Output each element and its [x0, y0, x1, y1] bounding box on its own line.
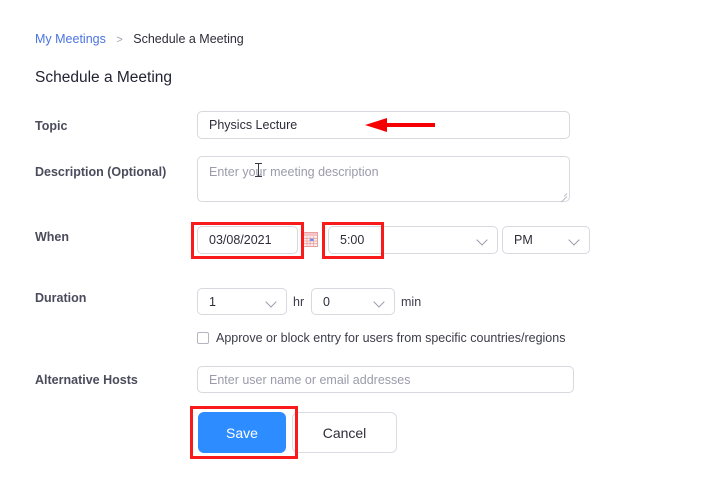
- schedule-meeting-page: My Meetings > Schedule a Meeting Schedul…: [0, 0, 726, 500]
- description-placeholder: Enter your meeting description: [209, 165, 379, 179]
- time-select[interactable]: 5:00: [328, 226, 498, 254]
- country-policy-label: Approve or block entry for users from sp…: [216, 331, 566, 345]
- alternative-hosts-label: Alternative Hosts: [35, 373, 138, 387]
- duration-hours-value: 1: [209, 294, 216, 309]
- resize-handle-icon[interactable]: [558, 190, 568, 203]
- alternative-hosts-input[interactable]: Enter user name or email addresses: [197, 366, 574, 393]
- duration-minutes-unit: min: [401, 295, 422, 309]
- topic-input-value: Physics Lecture: [209, 118, 298, 132]
- ampm-select[interactable]: PM: [502, 226, 590, 254]
- chevron-down-icon: [568, 234, 580, 246]
- duration-minutes-value: 0: [323, 294, 330, 309]
- chevron-down-icon: [265, 295, 277, 308]
- description-label: Description (Optional): [35, 165, 167, 179]
- topic-label: Topic: [35, 119, 68, 133]
- country-policy-checkbox-row[interactable]: Approve or block entry for users from sp…: [197, 330, 565, 346]
- topic-input[interactable]: Physics Lecture: [197, 111, 570, 139]
- breadcrumb-current: Schedule a Meeting: [133, 32, 244, 46]
- chevron-down-icon: [476, 234, 488, 246]
- date-input-value: 03/08/2021: [209, 233, 272, 247]
- page-title: Schedule a Meeting: [35, 69, 173, 86]
- date-input[interactable]: 03/08/2021: [197, 226, 298, 254]
- calendar-icon[interactable]: [303, 232, 318, 247]
- when-label: When: [35, 230, 70, 244]
- cancel-button[interactable]: Cancel: [292, 412, 397, 453]
- duration-label: Duration: [35, 291, 87, 305]
- description-textarea[interactable]: Enter your meeting description: [197, 156, 570, 203]
- breadcrumb-link-my-meetings[interactable]: My Meetings: [35, 32, 106, 46]
- duration-minutes-select[interactable]: 0: [311, 288, 395, 315]
- breadcrumb-separator: >: [116, 34, 123, 46]
- alternative-hosts-placeholder: Enter user name or email addresses: [209, 372, 411, 387]
- time-select-value: 5:00: [340, 233, 365, 247]
- save-button[interactable]: Save: [198, 412, 286, 453]
- ampm-select-value: PM: [514, 233, 533, 247]
- duration-hours-unit: hr: [293, 295, 305, 309]
- country-policy-checkbox[interactable]: [197, 332, 209, 344]
- breadcrumb: My Meetings > Schedule a Meeting: [35, 31, 244, 48]
- duration-hours-select[interactable]: 1: [197, 288, 287, 315]
- chevron-down-icon: [373, 295, 385, 308]
